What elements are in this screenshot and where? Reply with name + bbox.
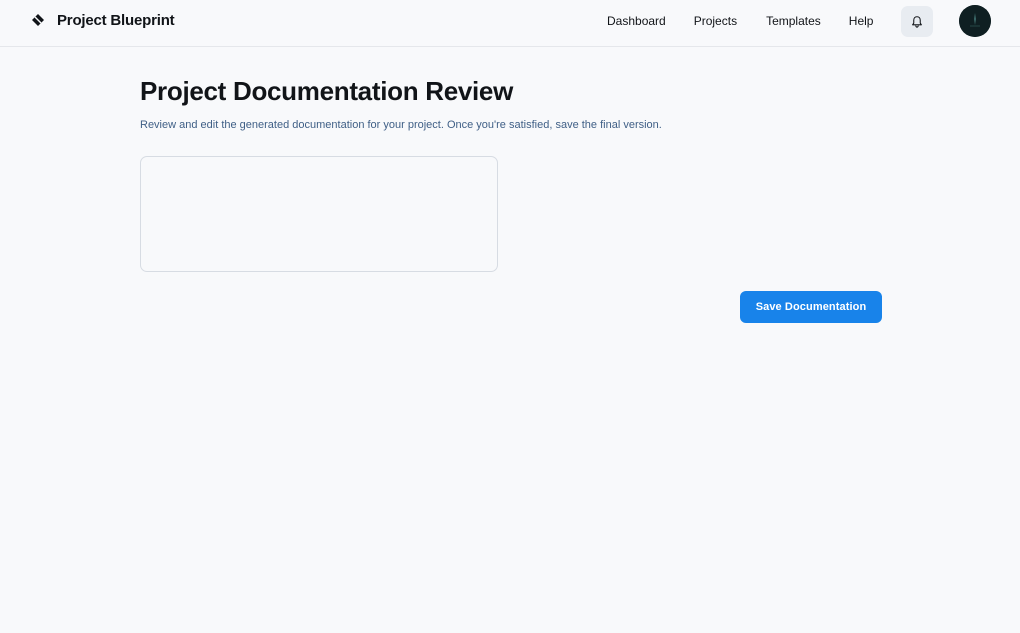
notifications-button[interactable]	[901, 6, 933, 37]
main-nav: Dashboard Projects Templates Help	[607, 14, 873, 28]
brand[interactable]: Project Blueprint	[31, 11, 175, 29]
nav-link-help[interactable]: Help	[849, 14, 874, 28]
page-title: Project Documentation Review	[140, 76, 514, 106]
diamond-logo-icon	[32, 14, 44, 26]
user-avatar-icon	[959, 5, 991, 37]
nav-link-templates[interactable]: Templates	[766, 14, 821, 28]
bell-icon	[912, 15, 922, 28]
user-avatar[interactable]	[959, 5, 991, 37]
page-subtitle: Review and edit the generated documentat…	[140, 119, 662, 131]
nav-link-dashboard[interactable]: Dashboard	[607, 14, 666, 28]
top-navigation-bar: Project Blueprint Dashboard Projects Tem…	[0, 0, 1020, 47]
documentation-editor[interactable]	[140, 156, 498, 272]
brand-title: Project Blueprint	[57, 11, 175, 29]
nav-link-projects[interactable]: Projects	[694, 14, 737, 28]
save-documentation-button[interactable]: Save Documentation	[740, 291, 882, 323]
